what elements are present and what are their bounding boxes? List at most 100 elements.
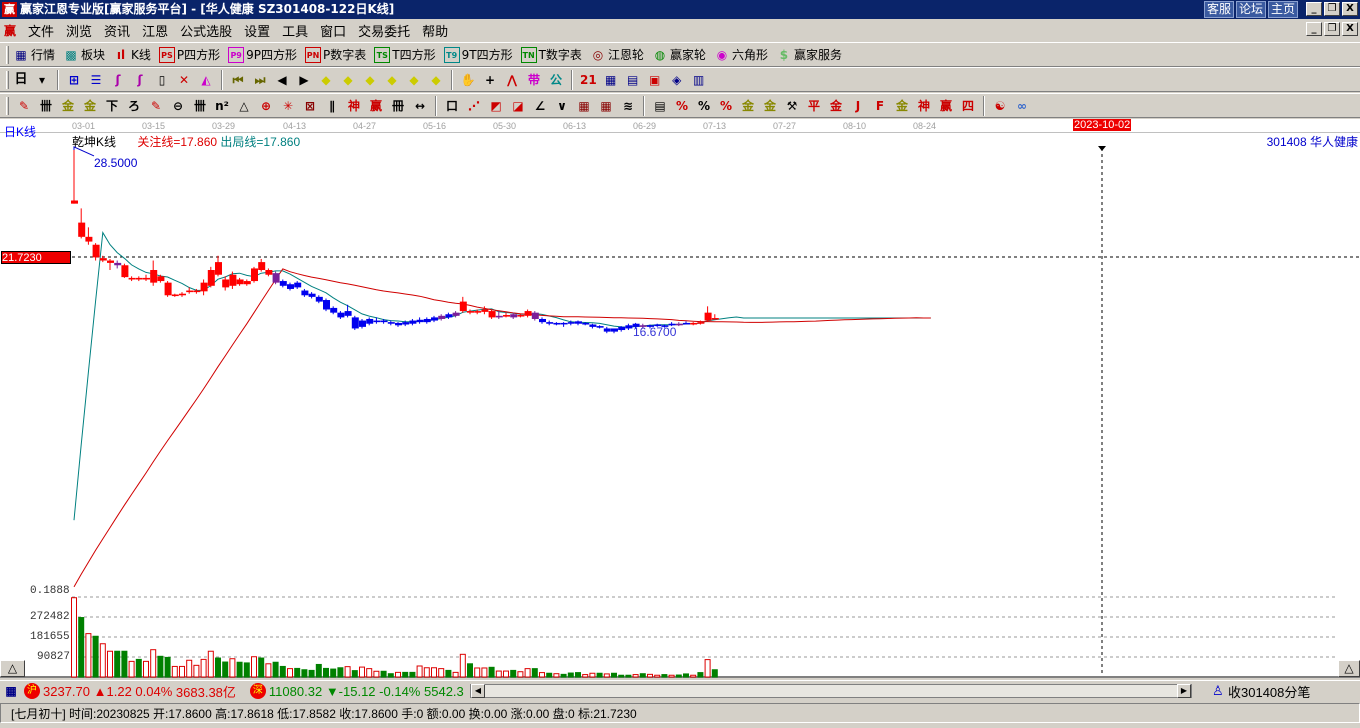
pen2-icon[interactable]: ✎ [148,98,164,114]
hand-icon[interactable]: ✋ [460,72,476,88]
document-icon[interactable]: ▤ [625,72,641,88]
toolbar-grip[interactable] [6,45,9,64]
period-select[interactable]: 日 [13,72,29,88]
toolbar-ts-button[interactable]: TS T四方形 [374,46,436,63]
ping-icon[interactable]: 平 [806,98,822,114]
homepage-link[interactable]: 主页 [1267,1,1298,18]
grid2-icon[interactable]: ▦ [576,98,592,114]
diamond-lr-icon[interactable]: ◆ [362,72,378,88]
toolbar-dollar-button[interactable]: $ 赢家服务 [776,46,842,63]
bars-icon[interactable]: 卌 [192,98,208,114]
v-icon[interactable]: ∨ [554,98,570,114]
gold4-icon[interactable]: 金 [894,98,910,114]
fan-box-icon[interactable]: ◩ [488,98,504,114]
customer-service-link[interactable]: 客服 [1203,1,1234,18]
arrows-icon[interactable]: ↔ [412,98,428,114]
tool-icon[interactable]: ⚒ [784,98,800,114]
four-icon[interactable]: 四 [960,98,976,114]
wave9-icon[interactable]: ʃ [132,72,148,88]
toolbar-p9-button[interactable]: P9 9P四方形 [228,46,297,63]
shen-icon[interactable]: 神 [346,98,362,114]
ying2-icon[interactable]: 赢 [938,98,954,114]
menu-window[interactable]: 窗口 [314,21,352,40]
diamond-cross-icon[interactable]: ◆ [428,72,444,88]
shen2-icon[interactable]: 神 [916,98,932,114]
menu-file[interactable]: 文件 [22,21,60,40]
flag-icon[interactable]: ◭ [198,72,214,88]
first-icon[interactable]: ⏮ [230,72,246,88]
toolbar-tn-button[interactable]: TN T数字表 [520,46,582,63]
expand-up-button-right[interactable]: △ [1338,660,1360,677]
gold1-icon[interactable]: 金 [60,98,76,114]
percent-lines-icon[interactable]: % [718,98,734,114]
f-icon[interactable]: 下 [104,98,120,114]
menu-news[interactable]: 资讯 [98,21,136,40]
circle-icon[interactable]: ⊖ [170,98,186,114]
forum-link[interactable]: 论坛 [1235,1,1266,18]
indicator-icon[interactable]: ✕ [176,72,192,88]
fan-box2-icon[interactable]: ◪ [510,98,526,114]
gold3-icon[interactable]: 金 [828,98,844,114]
infinity-icon[interactable]: ∞ [1014,98,1030,114]
diamond-left-icon[interactable]: ◆ [318,72,334,88]
restore-button[interactable]: ❐ [1324,2,1340,16]
diamond-star-icon[interactable]: ◆ [406,72,422,88]
chart-grid-icon[interactable]: ⊞ [66,72,82,88]
minimize-button[interactable]: _ [1306,2,1322,16]
target-icon[interactable]: ⊕ [258,98,274,114]
j-icon[interactable]: J [850,98,866,114]
wave3-icon[interactable]: ʃ [110,72,126,88]
f2-icon[interactable]: F [872,98,888,114]
percent-red-icon[interactable]: % [674,98,690,114]
parallel-icon[interactable]: ≋ [620,98,636,114]
calendar-icon[interactable]: 21 [580,72,597,88]
box-icon[interactable]: 口 [444,98,460,114]
gold-circle-icon[interactable]: 金 [740,98,756,114]
star-icon[interactable]: ✳ [280,98,296,114]
formula-icon[interactable]: 公 [548,72,564,88]
gold-lines-icon[interactable]: 金 [762,98,778,114]
table-icon[interactable]: ▤ [652,98,668,114]
triangle-icon[interactable]: △ [236,98,252,114]
pen-icon[interactable]: ✎ [16,98,32,114]
diamond-right-icon[interactable]: ◆ [340,72,356,88]
menu-logo-icon[interactable]: 赢 [4,22,16,39]
pattern-icon[interactable]: 带 [526,72,542,88]
network-icon[interactable]: ◈ [669,72,685,88]
menu-settings[interactable]: 设置 [238,21,276,40]
child-close-button[interactable]: X [1342,22,1358,36]
gold2-icon[interactable]: 金 [82,98,98,114]
printer-icon[interactable]: ▥ [691,72,707,88]
toolbar-pn-button[interactable]: PN P数字表 [305,46,366,63]
spiral-icon[interactable]: ろ [126,98,142,114]
toolbar-hexagon-button[interactable]: ◉ 六角形 [714,46,768,63]
menu-tools[interactable]: 工具 [276,21,314,40]
toolbar-grip[interactable] [6,70,9,89]
kline-plot[interactable] [0,119,1360,678]
notes-icon[interactable]: ☰ [88,72,104,88]
ruler-icon[interactable]: 冊 [390,98,406,114]
toolbar-grip[interactable] [6,96,9,115]
diamond-x-icon[interactable]: ◆ [384,72,400,88]
menu-help[interactable]: 帮助 [416,21,454,40]
calculator-icon[interactable]: ▦ [603,72,619,88]
quote-table-icon[interactable]: ▦ [3,683,19,699]
fan-icon[interactable]: ⋰ [466,98,482,114]
toolbar-market-table-button[interactable]: ▦ 行情 [13,46,55,63]
save-icon[interactable]: ▣ [647,72,663,88]
expand-up-button[interactable]: △ [0,660,25,677]
percent-icon[interactable]: % [696,98,712,114]
last-icon[interactable]: ⏭ [252,72,268,88]
toolbar-ps-button[interactable]: PS P四方形 [158,46,220,63]
candle-dropdown-icon[interactable]: ▯ [154,72,170,88]
close-button[interactable]: X [1342,2,1358,16]
menu-gann[interactable]: 江恩 [136,21,174,40]
yinyang-icon[interactable]: ☯ [992,98,1008,114]
grid-icon[interactable]: 卌 [38,98,54,114]
scroll-left-button[interactable]: ◀ [471,684,485,698]
square-icon[interactable]: ⊠ [302,98,318,114]
toolbar-winner-wheel-button[interactable]: ◍ 赢家轮 [652,46,706,63]
left-icon[interactable]: ◀ [274,72,290,88]
n2-icon[interactable]: n² [214,98,230,114]
child-minimize-button[interactable]: _ [1306,22,1322,36]
